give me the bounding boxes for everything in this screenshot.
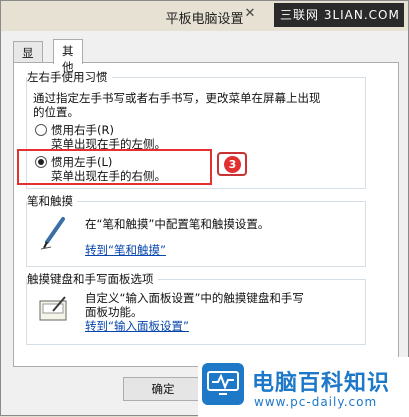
corner-watermark: 三联网 3LIAN.COM — [274, 3, 404, 27]
pen-touch-title: 笔和触摸 — [27, 193, 77, 209]
callout-number: 3 — [224, 156, 241, 173]
pen-touch-group: 笔和触摸 在“笔和触摸”中配置笔和触摸设置。 转到“笔和触摸” — [26, 193, 366, 267]
touch-keyboard-title: 触摸键盘和手写面板选项 — [27, 271, 158, 287]
handwriting-panel-icon — [39, 296, 69, 322]
pen-touch-text: 在“笔和触摸”中配置笔和触摸设置。 — [85, 217, 270, 231]
tab-other[interactable]: 其他 — [53, 39, 83, 74]
input-panel-settings-link[interactable]: 转到“输入面板设置” — [85, 318, 189, 334]
pen-touch-link[interactable]: 转到“笔和触摸” — [85, 242, 166, 258]
brand-url: www.pc-daily.com — [254, 395, 378, 409]
touch-keyboard-group: 触摸键盘和手写面板选项 自定义“输入面板设置”中的触摸键盘和手写 面板功能。 转… — [26, 271, 366, 345]
handedness-description-line2: 的位置。 — [33, 105, 79, 119]
pen-icon — [40, 216, 67, 250]
brand-watermark: 电脑百科知识 www.pc-daily.com — [198, 357, 409, 417]
monitor-icon — [202, 363, 244, 405]
tab-display[interactable]: 显示 — [13, 41, 43, 76]
callout-badge: 3 — [217, 152, 247, 176]
close-icon[interactable]: ✕ — [241, 5, 259, 23]
ok-button[interactable]: 确定 — [123, 377, 203, 401]
brand-name: 电脑百科知识 — [252, 371, 391, 396]
callout-highlight-box — [17, 149, 212, 185]
tab-panel-other: 左右手使用习惯 通过指定左手书写或者右手书写，更改菜单在屏幕上出现 的位置。 惯… — [13, 62, 399, 367]
right-handed-radio[interactable] — [35, 124, 47, 136]
title-bar[interactable]: 平板电脑设置 三联网 3LIAN.COM — [1, 1, 408, 31]
tablet-settings-window: 平板电脑设置 三联网 3LIAN.COM 显示 其他 左右手使用习惯 通过指定左… — [0, 0, 409, 417]
